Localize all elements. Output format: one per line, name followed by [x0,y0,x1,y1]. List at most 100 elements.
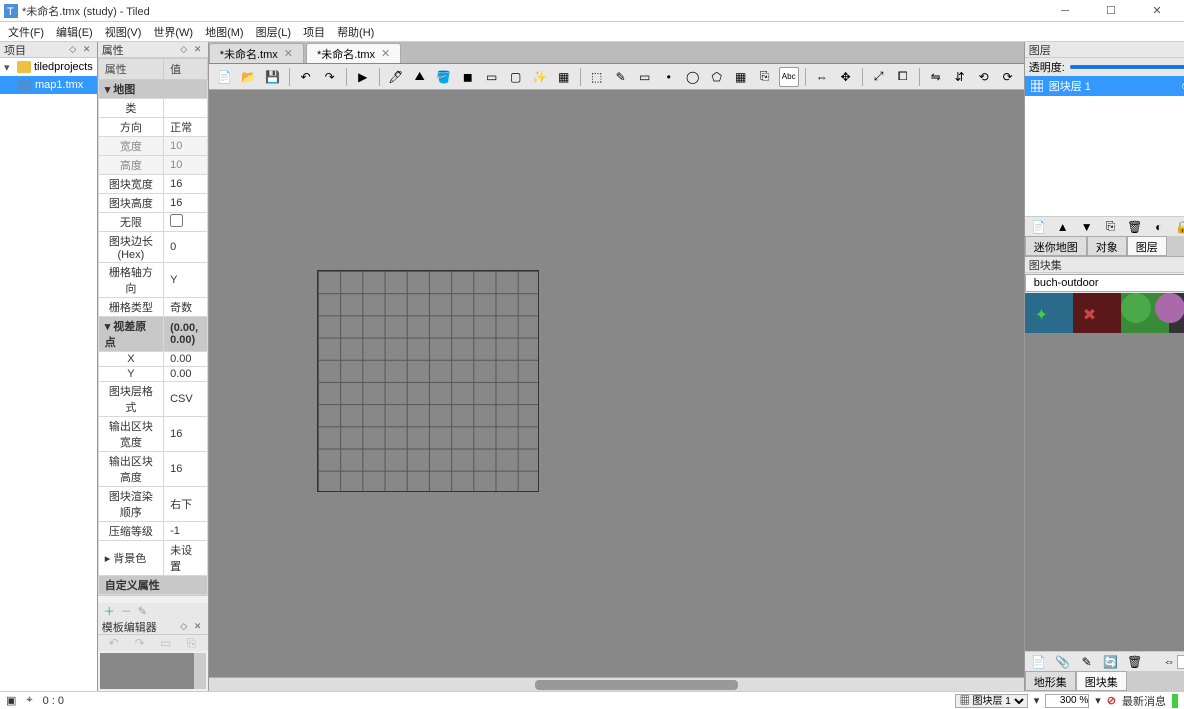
tab-minimap[interactable]: 迷你地图 [1025,236,1087,256]
console-icon[interactable]: ▣ [6,694,16,707]
caret-icon[interactable]: ▾ [4,61,14,74]
embed-tileset-icon[interactable]: 📎 [1053,652,1073,672]
tab-terrain[interactable]: 地形集 [1025,671,1076,691]
document-tab[interactable]: *未命名.tmx✕ [209,43,304,63]
close-tab-icon[interactable]: ✕ [381,47,390,60]
wand-select-icon[interactable]: ✨ [530,67,550,87]
redo-icon[interactable]: ↷ [130,633,150,653]
zoom-menu-icon[interactable]: ▾ [1095,694,1101,707]
canvas-hscrollbar[interactable] [209,677,1024,691]
panel-float-icon[interactable]: ◇ [178,44,190,56]
map-canvas[interactable] [209,90,1024,677]
menu-map[interactable]: 地图(M) [199,22,250,42]
same-tile-select-icon[interactable]: ▦ [554,67,574,87]
infinite-checkbox[interactable] [170,214,183,227]
object-select-icon[interactable]: ⬚ [587,67,607,87]
delete-layer-icon[interactable]: 🗑 [1125,217,1145,237]
new-tileset-icon[interactable]: 📄 [1029,652,1049,672]
document-tab[interactable]: *未命名.tmx✕ [306,43,401,63]
run-icon[interactable]: ▶ [353,67,373,87]
panel-close-icon[interactable]: ✕ [192,44,204,56]
panel-float-icon[interactable]: ◇ [178,621,190,633]
tab-layers[interactable]: 图层 [1127,236,1167,256]
close-button[interactable]: ✕ [1134,0,1180,22]
edit-tileset-icon[interactable]: ✎ [1077,652,1097,672]
panel-close-icon[interactable]: ✕ [192,621,204,633]
terrain-tool-icon[interactable]: ⛰ [410,67,430,87]
menu-world[interactable]: 世界(W) [147,22,199,42]
tileset-canvas[interactable]: ✦ ✖ [1025,293,1184,393]
rect-select-icon[interactable]: ▢ [506,67,526,87]
open-file-icon[interactable]: 📂 [239,67,259,87]
undo-icon[interactable]: ↶ [296,67,316,87]
delete-tileset-icon[interactable]: 🗑 [1125,652,1145,672]
prop-group-map[interactable]: ▾ 地图 [98,80,207,99]
menu-view[interactable]: 视图(V) [99,22,148,42]
tab-tileset[interactable]: 图块集 [1076,671,1127,691]
resize-icon[interactable]: ⤢ [869,67,889,87]
edit-polygon-icon[interactable]: ✎ [611,67,631,87]
new-file-icon[interactable]: 📄 [215,67,235,87]
scrollbar-thumb[interactable] [535,680,739,690]
tree-file[interactable]: map1.tmx [0,76,97,94]
status-zoom-input[interactable] [1045,694,1089,708]
insert-point-icon[interactable]: • [659,67,679,87]
insert-polygon-icon[interactable]: ⬠ [707,67,727,87]
move-down-icon[interactable]: ▼ [1077,217,1097,237]
rotate-right-icon[interactable]: ⟳ [998,67,1018,87]
new-layer-icon[interactable]: 📄 [1029,217,1049,237]
save-file-icon[interactable]: 💾 [263,67,283,87]
close-tab-icon[interactable]: ✕ [284,47,293,60]
eraser-tool-icon[interactable]: ▭ [482,67,502,87]
layer-row[interactable]: 图块层 1 👁 🔓 [1025,76,1184,96]
tree-folder[interactable]: ▾ tiledprojects [0,58,97,76]
hscrollbar[interactable] [98,595,208,603]
maximize-button[interactable]: ☐ [1088,0,1134,22]
fill-tool-icon[interactable]: 🪣 [434,67,454,87]
tab-objects[interactable]: 对象 [1087,236,1127,256]
layer-menu-icon[interactable]: ▾ [1034,694,1040,707]
layer-offset-icon[interactable]: ⇔ [812,67,832,87]
panel-float-icon[interactable]: ◇ [67,44,79,56]
template-canvas[interactable] [100,653,206,689]
panel-close-icon[interactable]: ✕ [81,44,93,56]
shape-fill-icon[interactable]: ◼ [458,67,478,87]
menu-layer[interactable]: 图层(L) [250,22,297,42]
fit-zoom-icon[interactable]: ⇔ [1164,656,1175,668]
minimize-button[interactable]: ─ [1042,0,1088,22]
template-action2-icon[interactable]: ⎘ [182,633,202,653]
tileset-dropdown[interactable]: buch-outdoor [1025,274,1184,292]
map-grid[interactable] [317,270,539,492]
duplicate-layer-icon[interactable]: ⎘ [1101,217,1121,237]
template-action-icon[interactable]: ▭ [156,633,176,653]
flip-v-icon[interactable]: ⇵ [950,67,970,87]
menu-help[interactable]: 帮助(H) [331,22,380,42]
redo-icon[interactable]: ↷ [320,67,340,87]
project-tree[interactable]: ▾ tiledprojects map1.tmx [0,58,97,691]
insert-template-icon[interactable]: ⎘ [755,67,775,87]
crop-icon[interactable]: ⧠ [893,67,913,87]
undo-icon[interactable]: ↶ [104,633,124,653]
menu-edit[interactable]: 编辑(E) [50,22,99,42]
insert-ellipse-icon[interactable]: ◯ [683,67,703,87]
tileset-zoom-input[interactable] [1177,655,1184,669]
error-icon[interactable]: ⊘ [1107,694,1116,707]
remove-prop-icon[interactable]: － [121,603,132,619]
layer-list[interactable]: 图块层 1 👁 🔓 [1025,76,1184,216]
opacity-slider[interactable] [1069,65,1184,69]
stamp-tool-icon[interactable]: 🖊 [386,67,406,87]
flip-h-icon[interactable]: ⇋ [926,67,946,87]
insert-tile-icon[interactable]: ▦ [731,67,751,87]
menu-file[interactable]: 文件(F) [2,22,50,42]
insert-text-icon[interactable]: Abc [779,67,799,87]
vscrollbar[interactable] [194,653,206,689]
move-up-icon[interactable]: ▲ [1053,217,1073,237]
highlight-layer-icon[interactable]: ◐ [1149,217,1169,237]
add-prop-icon[interactable]: ＋ [104,603,115,619]
prop-group-custom[interactable]: 自定义属性 [98,576,207,595]
dynamic-wrap-icon[interactable]: 🔄 [1101,652,1121,672]
edit-prop-icon[interactable]: ✎ [138,605,147,618]
insert-rect-icon[interactable]: ▭ [635,67,655,87]
lock-layers-icon[interactable]: 🔒 [1173,217,1184,237]
prop-group-parallax[interactable]: ▾ 视差原点 [98,317,163,352]
